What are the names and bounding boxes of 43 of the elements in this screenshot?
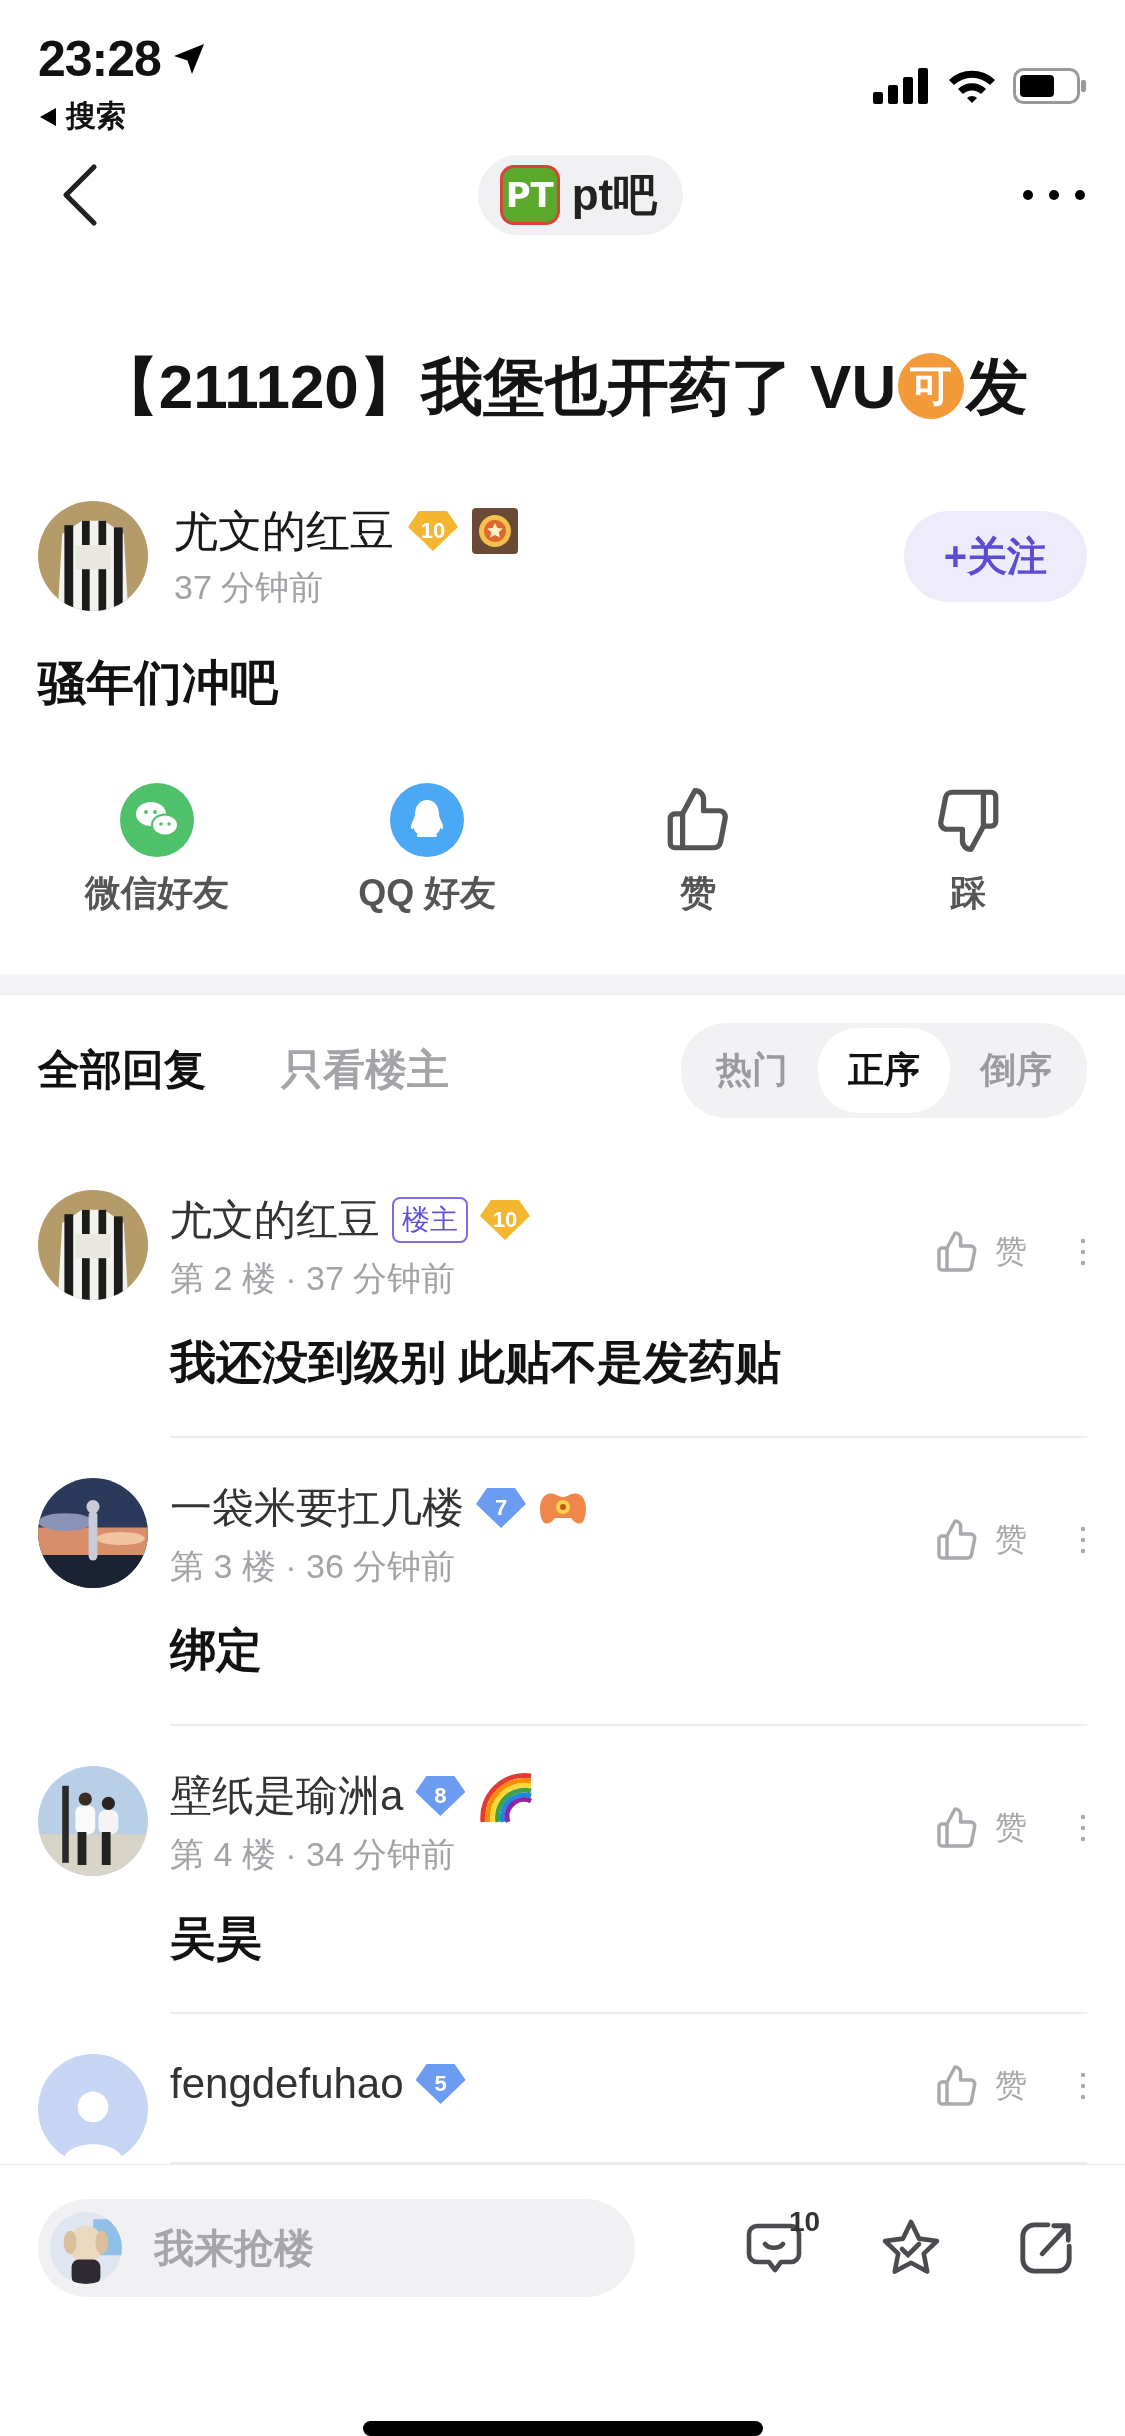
username: 尤文的红豆 [170,1195,380,1245]
wifi-icon [947,68,997,104]
back-label: 搜索 [66,98,126,134]
reply-meta: 第 3 楼 · 36 分钟前 [170,1546,457,1587]
follow-button[interactable]: +关注 [903,510,1087,602]
reply-text: 绑定 [170,1623,263,1678]
penguin-icon [390,783,465,857]
back-triangle-icon [38,106,58,127]
level-badge: 8 [415,1776,466,1816]
qq-share-button[interactable]: QQ 好友 [292,783,563,918]
reply-text: 吴昊 [170,1911,263,1966]
clock-time: 23:28 [38,30,161,88]
medal-icon [472,508,518,554]
level-badge: 10 [408,511,458,551]
post-time: 37 分钟前 [174,566,325,608]
sort-tab[interactable]: 正序 [818,1027,950,1113]
level-badge: 5 [415,2064,466,2104]
share-icon[interactable] [1017,2219,1075,2277]
username: 壁纸是瑜洲a [170,1771,404,1821]
more-icon[interactable] [1021,188,1087,202]
username: 一袋米要扛几楼 [170,1483,464,1533]
post-title: 【211120】我堡也开药了 VU 可 发 [95,351,1030,423]
chat-bubbles-icon [120,783,195,857]
level-badge: 7 [476,1488,526,1528]
forum-link[interactable]: PT pt吧 [477,155,684,235]
battery-icon [1013,68,1087,104]
back-icon[interactable] [60,163,100,227]
back-to-app-link[interactable]: 搜索 [38,96,126,137]
reply-filter-tab[interactable]: 全部回复 [38,1042,206,1098]
comment-count: 10 [789,2206,821,2238]
reply-meta: 第 4 楼 · 34 分钟前 [170,1834,457,1875]
username: fengdefuhao [170,2060,404,2108]
like-button[interactable]: 赞 [562,783,833,918]
level-badge: 10 [480,1200,530,1240]
forum-logo: PT [499,165,560,225]
author-name: 尤文的红豆 [174,504,394,557]
author-tag: 楼主 [392,1197,468,1243]
dislike-button[interactable]: 踩 [832,783,1103,918]
signal-icon [873,68,931,104]
reply-text: 我还没到级别 此贴不是发药贴 [170,1335,782,1390]
reply-meta: 第 2 楼 · 37 分钟前 [170,1258,457,1299]
post-body: 骚年们冲吧 [38,655,279,711]
wechat-share-button[interactable]: 微信好友 [22,783,293,918]
